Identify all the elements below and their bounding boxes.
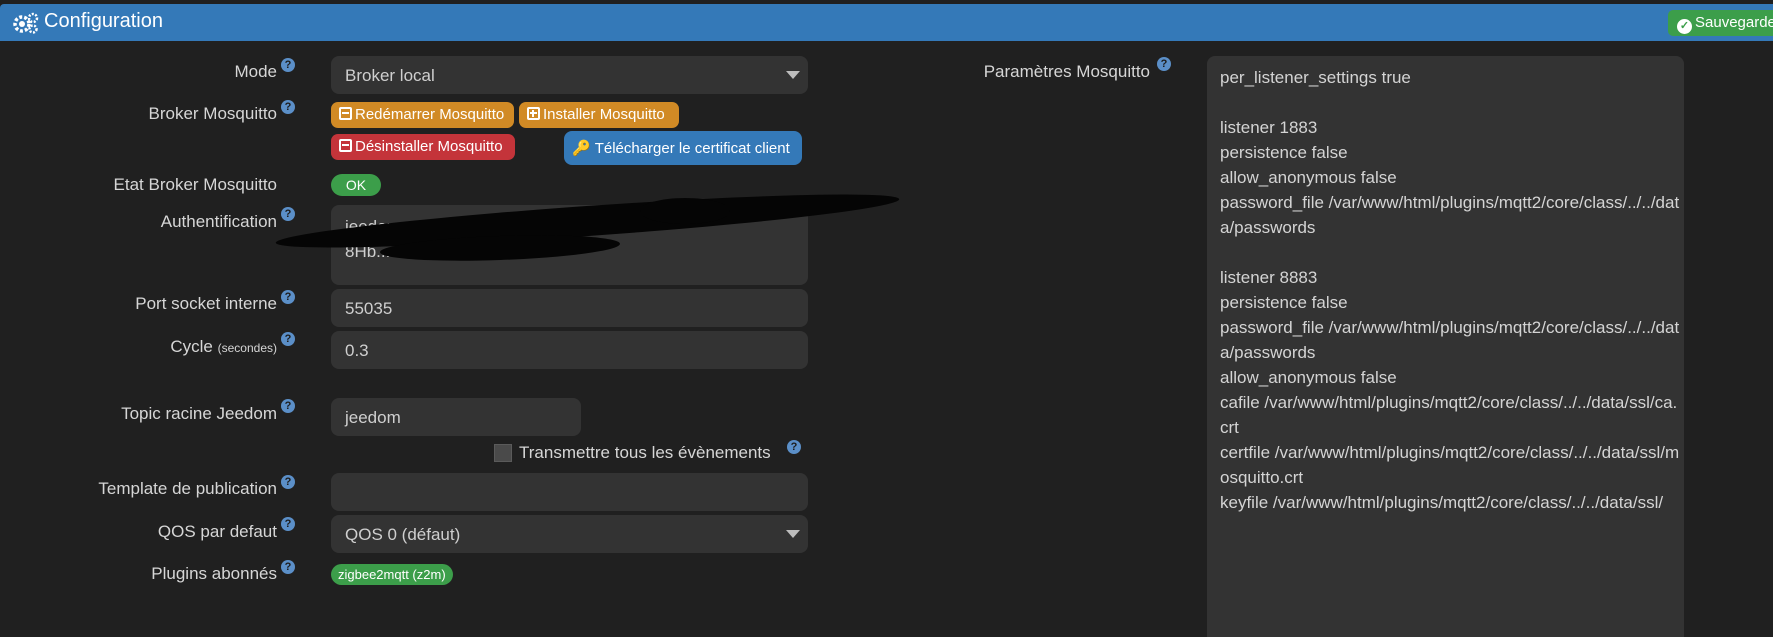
mosquitto-params-content: per_listener_settings true listener 1883… [1220,68,1680,512]
mosquitto-params-label: Paramètres Mosquitto [983,62,1150,81]
mode-select[interactable]: Broker local [331,56,808,94]
qos-help-icon[interactable]: ? [281,517,295,531]
uninstall-mosquitto-button[interactable]: Désinstaller Mosquitto [331,134,515,160]
plugins-help-icon[interactable]: ? [281,560,295,574]
broker-state-label: Etat Broker Mosquitto [113,175,277,194]
minus-square-icon [339,107,352,120]
template-label: Template de publication [98,479,277,498]
port-help-icon[interactable]: ? [281,290,295,304]
send-all-help-icon[interactable]: ? [787,440,801,454]
auth-help-icon[interactable]: ? [281,207,295,221]
mode-label: Mode [234,62,277,81]
broker-label: Broker Mosquitto [148,104,278,123]
template-input[interactable] [331,473,808,511]
redaction-mark [640,198,730,224]
broker-state-badge: OK [331,174,381,196]
broker-help-icon[interactable]: ? [281,100,295,114]
template-help-icon[interactable]: ? [281,475,295,489]
download-certificate-button[interactable]: 🔑 Télécharger le certificat client [564,131,802,165]
cycle-label: Cycle (secondes) [170,337,277,356]
send-all-events-checkbox[interactable] [494,444,512,462]
minus-square-icon [339,139,352,152]
topic-label: Topic racine Jeedom [121,404,277,423]
port-input[interactable]: 55035 [331,289,808,327]
port-label: Port socket interne [135,294,277,313]
gears-icon [13,12,39,34]
plus-square-icon [527,107,540,120]
mosquitto-params-help-icon[interactable]: ? [1157,57,1171,71]
topic-help-icon[interactable]: ? [281,399,295,413]
topic-input[interactable]: jeedom [331,398,581,436]
check-circle-icon: ✓ [1677,19,1692,34]
qos-select[interactable]: QOS 0 (défaut) [331,515,808,553]
install-mosquitto-button[interactable]: Installer Mosquitto [519,102,679,128]
plugin-badge: zigbee2mqtt (z2m) [331,564,453,585]
restart-mosquitto-button[interactable]: Redémarrer Mosquitto [331,102,514,128]
plugins-label: Plugins abonnés [151,564,277,583]
page-title: Configuration [44,10,163,32]
cycle-input[interactable]: 0.3 [331,331,808,369]
cycle-help-icon[interactable]: ? [281,332,295,346]
save-button[interactable]: ✓ Sauvegarder [1668,10,1773,36]
mosquitto-params-textarea[interactable]: per_listener_settings true listener 1883… [1207,56,1684,637]
key-icon: 🔑 [572,140,591,157]
auth-label: Authentification [160,212,277,231]
send-all-events-label: Transmettre tous les évènements [519,443,771,462]
qos-label: QOS par defaut [157,522,277,541]
mode-help-icon[interactable]: ? [281,58,295,72]
config-header: Configuration [0,4,1773,41]
